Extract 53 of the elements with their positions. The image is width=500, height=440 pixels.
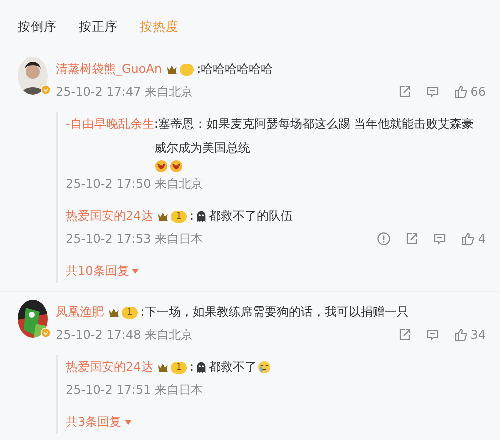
like-count: 66 [470,84,486,101]
report-icon[interactable] [377,232,392,246]
like-icon [454,85,468,99]
user-name[interactable]: 热爱国安的24达 [66,209,154,223]
crown-icon [108,306,121,319]
level-badge-icon [180,64,194,76]
crying-emoji-icon [258,360,272,374]
like-button[interactable]: 34 [454,324,486,346]
timestamp: 25-10-2 17:53 来自日本 [66,231,204,248]
sort-tab[interactable]: 按倒序 [18,19,57,49]
level-badge: 1 [122,306,138,319]
timestamp: 25-10-2 17:47 来自北京 [56,84,194,101]
like-icon [461,232,476,246]
crown-icon [157,362,170,374]
comment-text: :下一场，如果教练席需要狗的话，我可以捐赠一只 [140,304,409,321]
comment-text: : [190,208,194,225]
share-icon[interactable] [405,232,420,246]
comment-icon[interactable] [426,328,440,342]
comment-text: 都救不了的队伍 [209,208,294,225]
sort-tab[interactable]: 按正序 [79,19,118,49]
comment-text: :哈哈哈哈哈哈 [197,61,274,78]
caret-icon [124,420,132,424]
crown-icon [157,210,170,223]
user-name[interactable]: 凤凰渔肥 [56,305,104,319]
timestamp: 25-10-2 17:51 来自日本 [66,382,204,399]
comment-text: :塞蒂恩：如果麦克阿瑟每场都这么踢 当年他就能击败艾森豪威尔成为美国总统 [154,116,476,157]
ghost-emoji-icon [195,210,208,222]
like-count: 4 [478,231,486,248]
level-badge: 1 [171,362,188,374]
crown-icon [166,64,180,76]
comment-text: : [190,359,194,376]
user-name[interactable]: 清蒸树袋熊_GuoAn [56,62,162,76]
like-button[interactable]: 66 [454,81,486,103]
like-icon [454,328,468,342]
sort-tab[interactable]: 按热度 [140,19,179,49]
like-count: 34 [470,327,486,344]
level-badge: 1 [171,210,188,223]
caret-icon [132,268,140,274]
laughing-emoji-icon [170,160,184,173]
share-icon[interactable] [398,85,412,99]
ghost-emoji-icon [195,360,208,374]
timestamp: 25-10-2 17:50 来自北京 [66,176,204,193]
more-replies-link[interactable]: 共3条回复 [66,410,132,434]
comment-icon[interactable] [433,232,448,246]
laughing-emoji-icon [155,160,168,173]
like-button[interactable]: 4 [461,228,486,250]
more-replies-link[interactable]: 共10条回复 [66,259,140,283]
user-name[interactable]: 热爱国安的24达 [66,360,154,374]
timestamp: 25-10-2 17:48 来自北京 [56,327,194,344]
user-name[interactable]: -自由早晚乱余生 [66,117,154,131]
share-icon[interactable] [398,328,412,342]
comment-icon[interactable] [426,85,440,99]
comment-text: 都救不了 [209,359,258,376]
